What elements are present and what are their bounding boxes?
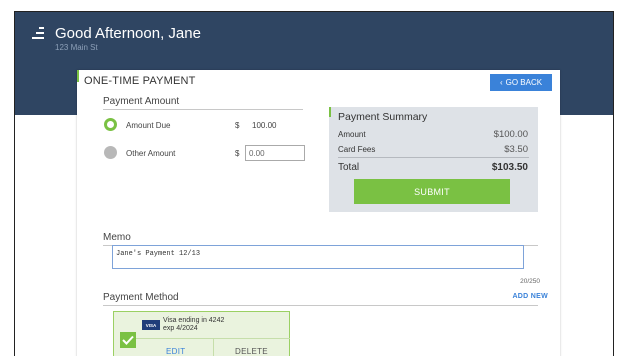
amount-due-value: 100.00 [252,121,277,130]
summary-fees-label: Card Fees [338,145,376,154]
other-amount-input[interactable]: 0.00 [245,145,305,161]
chevron-left-icon: ‹ [499,78,503,87]
amount-due-radio[interactable] [104,118,117,131]
payment-summary: Payment Summary Amount $100.00 Card Fees… [329,107,538,212]
summary-total-label: Total [338,162,360,173]
payment-amount-label: Payment Amount [103,96,180,107]
amount-due-label: Amount Due [126,121,171,130]
card-number-text: Visa ending in 4242 [163,317,225,324]
card-accent [77,70,79,82]
summary-amount-value: $100.00 [493,129,528,140]
summary-fees-value: $3.50 [504,144,528,155]
payment-card: ONE-TIME PAYMENT ‹ GO BACK Payment Amoun… [77,70,560,356]
go-back-label: GO BACK [505,78,543,87]
page-title: ONE-TIME PAYMENT [84,75,196,87]
address-subtitle: 123 Main St [55,43,98,52]
summary-divider [338,157,529,158]
other-amount-label: Other Amount [126,149,176,158]
card-description: Visa ending in 4242 exp 4/2024 [163,317,224,333]
menu-icon[interactable] [32,27,44,40]
payment-method-label: Payment Method [103,292,179,303]
summary-accent [329,107,331,117]
summary-total-value: $103.50 [491,162,528,173]
divider [103,109,303,110]
edit-card-button[interactable]: EDIT [166,347,185,356]
delete-card-button[interactable]: DELETE [235,347,268,356]
memo-char-count: 20/250 [520,278,540,285]
summary-title: Payment Summary [338,111,428,123]
memo-label: Memo [103,232,131,243]
card-divider-vertical [213,339,214,356]
divider [103,305,538,306]
saved-card[interactable]: VISA Visa ending in 4242 exp 4/2024 EDIT… [113,311,290,356]
greeting-title: Good Afternoon, Jane [55,25,201,42]
add-new-link[interactable]: ADD NEW [512,293,548,300]
visa-logo-icon: VISA [142,320,160,330]
submit-button[interactable]: SUBMIT [354,179,510,204]
go-back-button[interactable]: ‹ GO BACK [490,74,552,91]
memo-input[interactable]: Jane's Payment 12/13 [112,245,524,269]
check-icon[interactable] [120,332,136,348]
app-frame: Good Afternoon, Jane 123 Main St ONE-TIM… [14,11,614,356]
summary-amount-label: Amount [338,130,366,139]
other-amount-radio[interactable] [104,146,117,159]
card-expiry-text: exp 4/2024 [163,325,198,332]
currency-symbol: $ [235,121,240,130]
currency-symbol: $ [235,149,240,158]
